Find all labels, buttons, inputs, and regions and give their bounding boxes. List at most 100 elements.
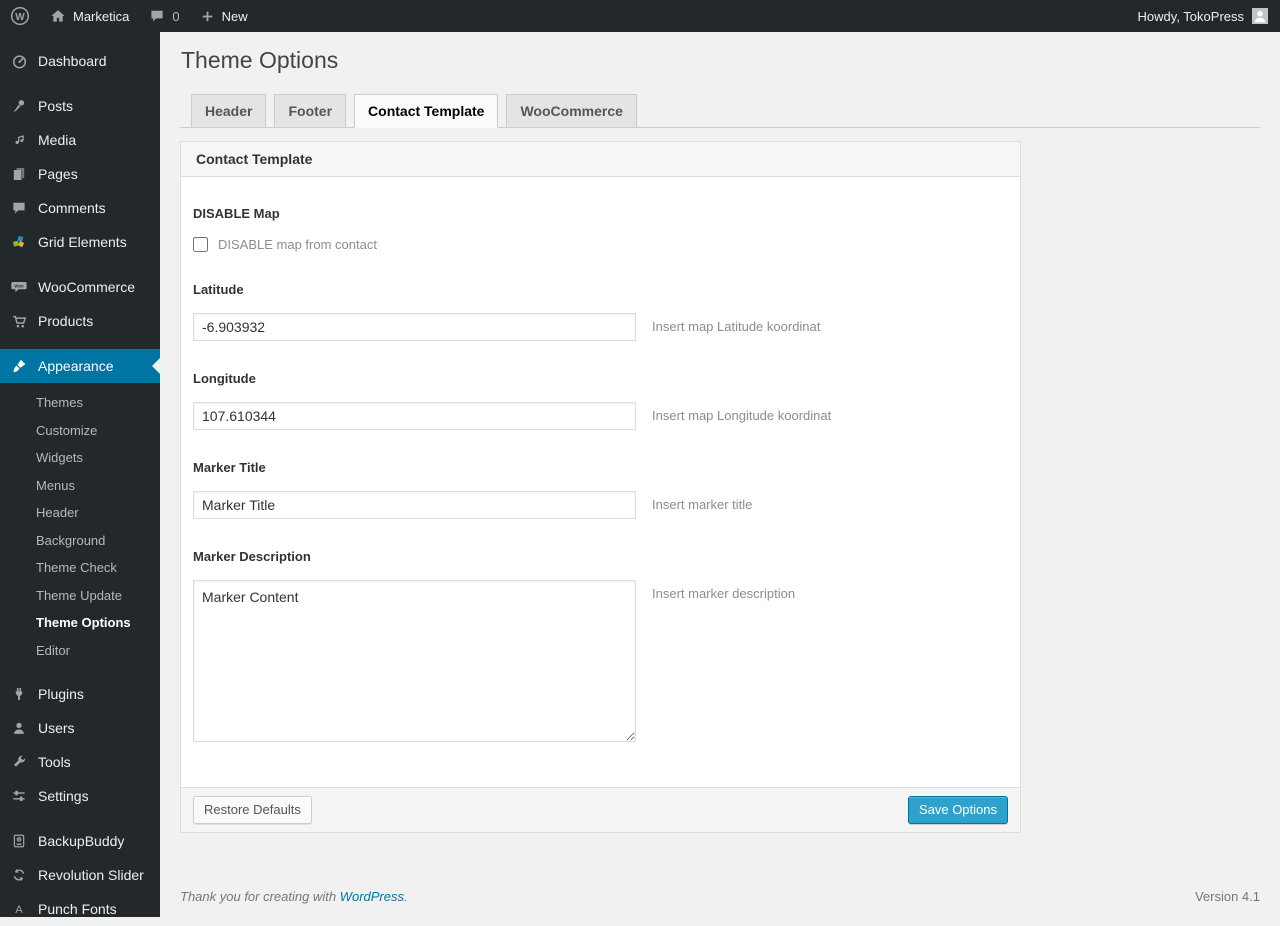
sidebar-item-revolution-slider[interactable]: Revolution Slider (0, 858, 160, 892)
main-content: Theme Options Header Footer Contact Temp… (160, 32, 1280, 917)
user-icon (9, 718, 29, 738)
sidebar-item-pages[interactable]: Pages (0, 157, 160, 191)
howdy-label: Howdy, TokoPress (1137, 8, 1244, 24)
sidebar-item-label: Comments (38, 200, 106, 216)
longitude-row: Insert map Longitude koordinat (193, 402, 1008, 430)
sidebar-item-label: Tools (38, 754, 71, 770)
backupbuddy-icon (9, 831, 29, 851)
latitude-label: Latitude (193, 282, 244, 297)
sidebar-item-label: Users (38, 720, 75, 736)
sidebar-item-label: Revolution Slider (38, 867, 144, 883)
longitude-label: Longitude (193, 371, 256, 386)
restore-defaults-button[interactable]: Restore Defaults (193, 796, 312, 824)
submenu-item-themes[interactable]: Themes (0, 389, 160, 417)
marker-title-label: Marker Title (193, 460, 266, 475)
sidebar-item-media[interactable]: Media (0, 123, 160, 157)
submenu-item-customize[interactable]: Customize (0, 417, 160, 445)
sidebar-item-label: Dashboard (38, 53, 107, 69)
disable-map-checkbox[interactable] (193, 237, 208, 252)
submenu-item-header[interactable]: Header (0, 499, 160, 527)
comments-icon (9, 198, 29, 218)
marker-title-row: Insert marker title (193, 491, 1008, 519)
latitude-input[interactable] (193, 313, 636, 341)
svg-text:W: W (15, 12, 25, 23)
sidebar-item-label: Grid Elements (38, 234, 127, 250)
account-menu[interactable]: Howdy, TokoPress (1138, 8, 1280, 24)
disable-map-row: DISABLE map from contact (193, 237, 1008, 252)
refresh-arrows-icon (9, 865, 29, 885)
panel-title: Contact Template (181, 142, 1020, 177)
footer-thanks-prefix: Thank you for creating with (180, 889, 340, 904)
dashboard-icon (9, 51, 29, 71)
latitude-row: Insert map Latitude koordinat (193, 313, 1008, 341)
plus-icon (200, 9, 215, 24)
tab-woocommerce[interactable]: WooCommerce (506, 94, 637, 127)
sidebar-item-appearance[interactable]: Appearance (0, 349, 160, 383)
submenu-item-menus[interactable]: Menus (0, 472, 160, 500)
pages-icon (9, 164, 29, 184)
submenu-item-theme-update[interactable]: Theme Update (0, 582, 160, 610)
sidebar-item-label: Punch Fonts (38, 901, 117, 917)
marker-description-help: Insert marker description (652, 586, 796, 601)
new-label: New (221, 8, 248, 24)
tab-header[interactable]: Header (191, 94, 267, 127)
sidebar-item-settings[interactable]: Settings (0, 779, 160, 813)
longitude-help: Insert map Longitude koordinat (652, 408, 832, 423)
marker-title-input[interactable] (193, 491, 636, 519)
woocommerce-icon: Woo (9, 277, 29, 297)
sidebar-item-woocommerce[interactable]: Woo WooCommerce (0, 270, 160, 304)
appearance-submenu: Themes Customize Widgets Menus Header Ba… (0, 383, 160, 677)
sidebar-item-users[interactable]: Users (0, 711, 160, 745)
cart-icon (9, 311, 29, 331)
sidebar-item-dashboard[interactable]: Dashboard (0, 44, 160, 78)
wordpress-logo-menu[interactable]: W (0, 0, 40, 32)
brush-icon (9, 356, 29, 376)
new-content-menu[interactable]: New (190, 0, 258, 32)
sidebar-item-comments[interactable]: Comments (0, 191, 160, 225)
save-options-button[interactable]: Save Options (907, 796, 1008, 824)
submenu-item-background[interactable]: Background (0, 527, 160, 555)
latitude-help: Insert map Latitude koordinat (652, 319, 821, 334)
site-name-menu[interactable]: Marketica (40, 0, 139, 32)
sidebar-item-grid-elements[interactable]: Grid Elements (0, 225, 160, 259)
sidebar-item-label: BackupBuddy (38, 833, 125, 849)
version-label: Version 4.1 (1194, 889, 1260, 904)
submenu-item-theme-check[interactable]: Theme Check (0, 554, 160, 582)
site-name-label: Marketica (73, 8, 130, 24)
marker-title-help: Insert marker title (652, 497, 753, 512)
svg-text:A: A (15, 904, 23, 916)
avatar (1252, 8, 1268, 24)
sidebar-item-label: Settings (38, 788, 89, 804)
comment-bubble-icon (149, 8, 165, 24)
submenu-item-editor[interactable]: Editor (0, 637, 160, 665)
sidebar-item-plugins[interactable]: Plugins (0, 677, 160, 711)
svg-text:Woo: Woo (14, 284, 24, 289)
settings-sliders-icon (9, 786, 29, 806)
sidebar-item-label: Plugins (38, 686, 84, 702)
wordpress-link[interactable]: WordPress (340, 889, 404, 904)
panel-footer: Restore Defaults Save Options (180, 788, 1021, 833)
tab-contact-template[interactable]: Contact Template (354, 94, 499, 128)
marker-description-textarea[interactable]: Marker Content (193, 580, 636, 742)
submenu-item-widgets[interactable]: Widgets (0, 444, 160, 472)
sidebar-item-punch-fonts[interactable]: A Punch Fonts (0, 892, 160, 926)
sidebar-item-backupbuddy[interactable]: BackupBuddy (0, 824, 160, 858)
footer-thanks-suffix: . (404, 889, 408, 904)
sidebar-item-label: Products (38, 313, 94, 329)
page-footer: Thank you for creating with WordPress. V… (180, 889, 1260, 904)
sidebar-item-label: Media (38, 132, 77, 148)
pushpin-icon (9, 96, 29, 116)
marker-description-row: Marker Content Insert marker description (193, 580, 1008, 742)
longitude-input[interactable] (193, 402, 636, 430)
grid-elements-icon (9, 232, 29, 252)
sidebar-item-products[interactable]: Products (0, 304, 160, 338)
sidebar-item-tools[interactable]: Tools (0, 745, 160, 779)
sidebar-item-label: Pages (38, 166, 78, 182)
sidebar-item-posts[interactable]: Posts (0, 89, 160, 123)
tab-footer[interactable]: Footer (274, 94, 347, 127)
disable-map-checkbox-label: DISABLE map from contact (218, 237, 377, 252)
sidebar-item-label: Posts (38, 98, 74, 114)
panel-body: DISABLE Map DISABLE map from contact Lat… (181, 177, 1020, 787)
comments-menu[interactable]: 0 (139, 0, 189, 32)
submenu-item-theme-options[interactable]: Theme Options (0, 609, 160, 637)
